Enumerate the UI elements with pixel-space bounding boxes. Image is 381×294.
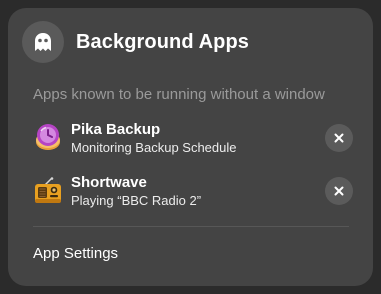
app-status: Playing “BBC Radio 2” [71, 192, 202, 208]
app-name: Shortwave [71, 173, 147, 191]
close-icon [334, 133, 344, 143]
close-pika-backup-button[interactable] [325, 124, 353, 152]
background-apps-popover: Background Apps Apps known to be running… [8, 8, 373, 286]
app-settings-button[interactable]: App Settings [33, 245, 118, 262]
app-text-shortwave: Shortwave Playing “BBC Radio 2” [71, 174, 325, 209]
app-row-shortwave: Shortwave Playing “BBC Radio 2” [33, 171, 353, 211]
popover-header: Background Apps [22, 21, 249, 63]
close-shortwave-button[interactable] [325, 177, 353, 205]
ghost-icon [22, 21, 64, 63]
app-name: Pika Backup [71, 120, 161, 138]
close-icon [334, 186, 344, 196]
popover-subtitle: Apps known to be running without a windo… [33, 86, 325, 103]
popover-title: Background Apps [76, 30, 249, 53]
pika-backup-icon [33, 123, 63, 153]
separator [33, 226, 349, 227]
app-row-pika-backup: Pika Backup Monitoring Backup Schedule [33, 118, 353, 158]
radio-icon [33, 176, 63, 206]
app-text-pika-backup: Pika Backup Monitoring Backup Schedule [71, 121, 325, 156]
app-status: Monitoring Backup Schedule [71, 139, 237, 155]
